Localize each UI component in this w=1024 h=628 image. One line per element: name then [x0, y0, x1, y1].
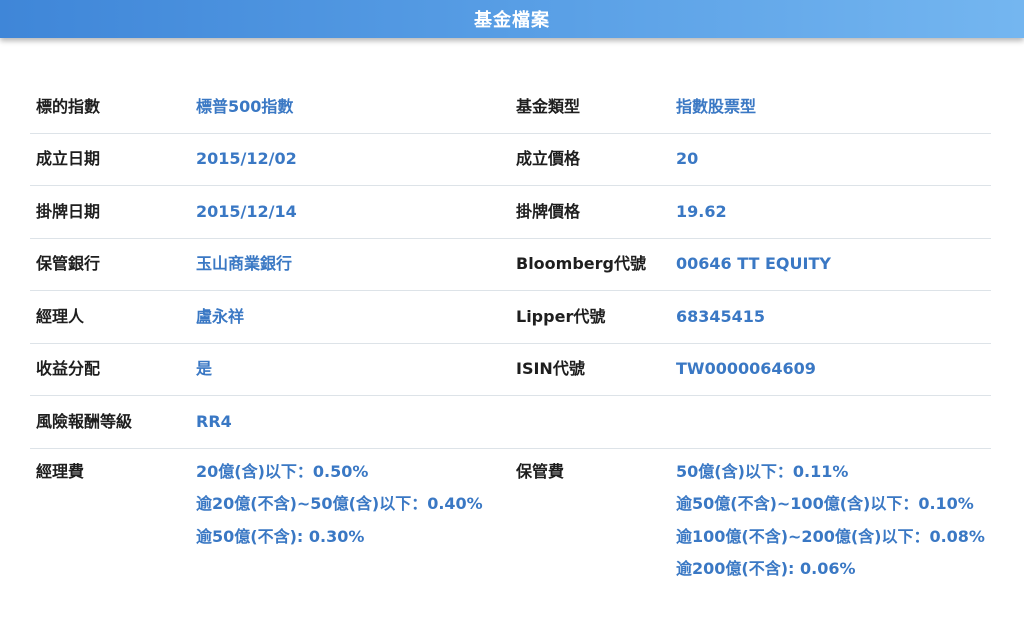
- table-row: 掛牌日期 2015/12/14 掛牌價格 19.62: [30, 186, 991, 239]
- page-title: 基金檔案: [474, 10, 550, 31]
- row-value: 標普500指數: [196, 96, 294, 116]
- page-header: 基金檔案: [0, 0, 1024, 38]
- row-label: Lipper代號: [516, 306, 606, 326]
- table-row: 經理人 盧永祥 Lipper代號 68345415: [30, 291, 991, 344]
- row-label: 掛牌價格: [516, 201, 581, 221]
- fee-tier: 逾200億(不含): 0.06%: [676, 559, 856, 578]
- row-label: ISIN代號: [516, 359, 585, 379]
- fee-row: 經理費 20億(含)以下：0.50% 逾20億(不含)~50億(含)以下：0.4…: [30, 449, 991, 591]
- table-row: 保管銀行 玉山商業銀行 Bloomberg代號 00646 TT EQUITY: [30, 239, 991, 291]
- fee-tier: 逾50億(不含): 0.30%: [196, 526, 365, 546]
- row-value: 盧永祥: [196, 306, 245, 326]
- row-label: 保管銀行: [36, 254, 101, 274]
- row-value: TW0000064609: [676, 359, 816, 379]
- custody-fee-tiers: 50億(含)以下：0.11% 逾50億(不含)~100億(含)以下：0.10% …: [676, 461, 991, 591]
- fee-tier: 逾100億(不含)~200億(含)以下：0.08%: [676, 526, 985, 546]
- fee-tier: 逾20億(不含)~50億(含)以下：0.40%: [196, 494, 483, 513]
- table-row: 收益分配 是 ISIN代號 TW0000064609: [30, 344, 991, 396]
- row-value: 是: [196, 359, 213, 379]
- row-value: 玉山商業銀行: [196, 254, 293, 274]
- row-value: RR4: [196, 411, 232, 431]
- management-fee-tiers: 20億(含)以下：0.50% 逾20億(不含)~50億(含)以下：0.40% 逾…: [196, 461, 516, 559]
- row-value: 00646 TT EQUITY: [676, 254, 831, 274]
- row-label: 風險報酬等級: [36, 411, 133, 431]
- fund-profile-table: 標的指數 標普500指數 基金類型 指數股票型 成立日期 2015/12/02 …: [30, 81, 991, 591]
- table-row: 成立日期 2015/12/02 成立價格 20: [30, 134, 991, 186]
- row-label: 成立價格: [516, 149, 581, 169]
- table-row: 標的指數 標普500指數 基金類型 指數股票型: [30, 81, 991, 134]
- row-label: 掛牌日期: [36, 201, 101, 221]
- row-value: 20: [676, 149, 699, 169]
- row-value: 2015/12/14: [196, 201, 297, 221]
- row-label: 成立日期: [36, 149, 101, 169]
- table-row: 風險報酬等級 RR4: [30, 396, 991, 449]
- row-label: 標的指數: [36, 96, 101, 116]
- fee-tier: 20億(含)以下：0.50%: [196, 461, 369, 481]
- fee-tier: 50億(含)以下：0.11%: [676, 461, 849, 481]
- row-value: 2015/12/02: [196, 149, 297, 169]
- management-fee-label: 經理費: [36, 461, 85, 481]
- row-label: 經理人: [36, 306, 85, 326]
- row-label: 基金類型: [516, 96, 581, 116]
- fee-tier: 逾50億(不含)~100億(含)以下：0.10%: [676, 494, 974, 513]
- row-value: 指數股票型: [676, 96, 757, 116]
- custody-fee-label: 保管費: [516, 461, 565, 481]
- row-label: Bloomberg代號: [516, 254, 646, 274]
- row-value: 68345415: [676, 306, 766, 326]
- row-label: 收益分配: [36, 359, 101, 379]
- row-value: 19.62: [676, 201, 727, 221]
